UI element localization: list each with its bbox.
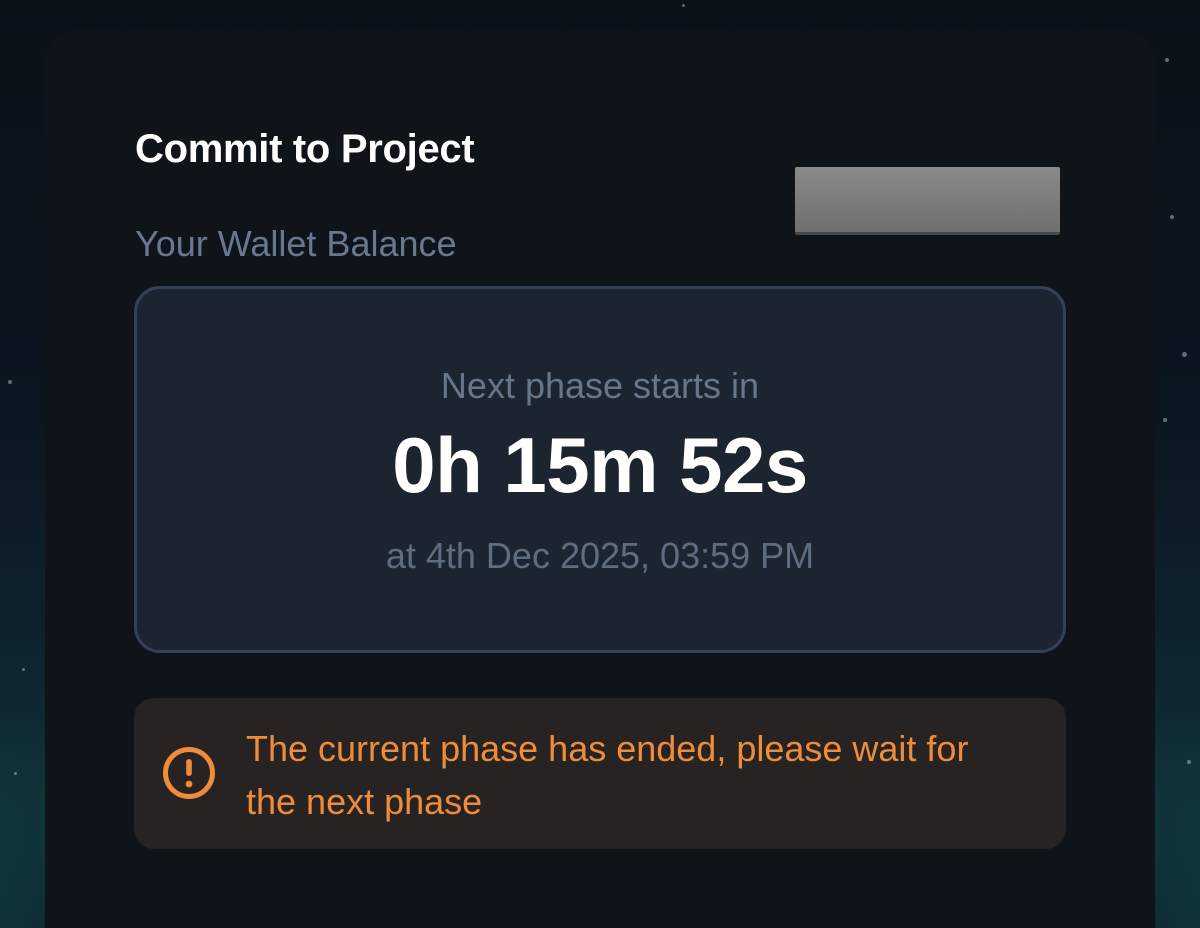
star bbox=[1163, 418, 1167, 422]
wallet-balance-label: Your Wallet Balance bbox=[135, 223, 457, 264]
alert-message: The current phase has ended, please wait… bbox=[246, 728, 969, 822]
card-title: Commit to Project bbox=[135, 127, 475, 171]
exclamation-circle-icon bbox=[161, 745, 217, 801]
countdown-timer: 0h 15m 52s bbox=[392, 421, 808, 509]
star bbox=[1187, 760, 1191, 764]
countdown-label: Next phase starts in bbox=[440, 365, 760, 406]
star bbox=[682, 4, 685, 7]
star bbox=[14, 772, 17, 775]
countdown-date: at 4th Dec 2025, 03:59 PM bbox=[385, 535, 815, 576]
star bbox=[1165, 58, 1169, 62]
commit-card: Commit to Project Your Wallet Balance Ne… bbox=[45, 31, 1155, 928]
star bbox=[22, 668, 25, 671]
redacted-wallet-balance bbox=[795, 167, 1060, 235]
star bbox=[8, 380, 12, 384]
star bbox=[1182, 352, 1187, 357]
star bbox=[1170, 215, 1174, 219]
countdown-panel: Next phase starts in 0h 15m 52s at 4th D… bbox=[134, 286, 1066, 653]
phase-ended-alert: The current phase has ended, please wait… bbox=[134, 698, 1066, 849]
